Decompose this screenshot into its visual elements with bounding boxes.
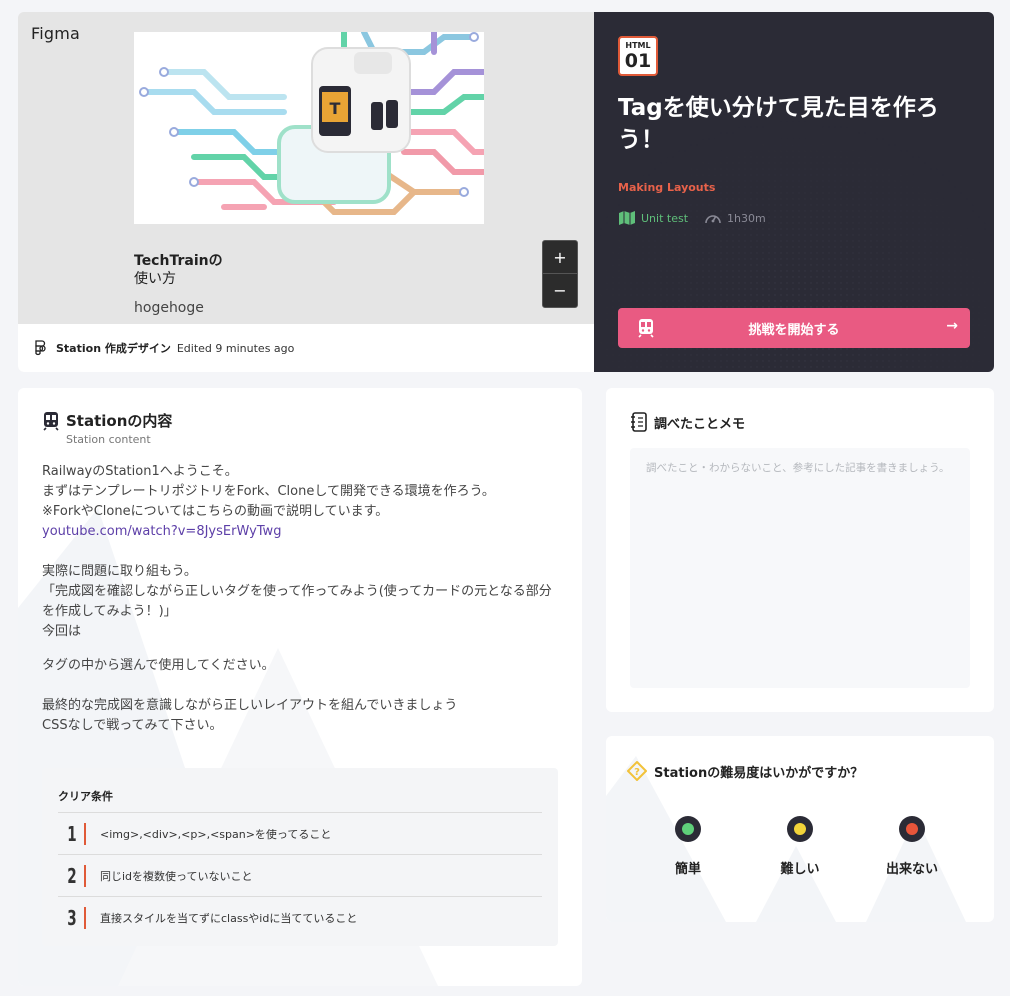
arrow-right-icon: → [946,318,958,334]
railway-illustration-icon: T [139,32,484,215]
station-summary-card: HTML 01 Tagを使い分けて見た目を作ろう！ Making Layouts… [594,12,994,372]
difficulty-option-label: 簡単 [674,862,701,877]
condition-row: 1 <img>,<div>,<p>,<span>を使ってること [58,812,542,854]
youtube-link[interactable]: youtube.com/watch?v=8JysErWyTwg [42,524,281,539]
start-challenge-button[interactable]: 挑戦を開始する → [618,308,970,348]
intro-paragraph: RailwayのStation1へようこそ。 まずはテンプレートリポジトリをFo… [42,464,495,519]
svg-text:?: ? [634,767,640,778]
condition-divider [84,822,86,845]
figma-card-title-line1: TechTrainの [134,253,223,269]
figma-logo: Figma [31,24,81,43]
tag-instruction: タグの中から選んで使用してください。 [42,658,275,673]
station-meta: Unit test 1h30m [618,211,766,225]
figma-footer[interactable]: Station 作成デザイン Edited 9 minutes ago [18,324,594,372]
yellow-light [794,823,806,835]
memo-header: 調べたことメモ [630,412,745,432]
condition-divider [84,906,86,929]
figma-file-name: Station 作成デザイン [56,342,171,355]
signal-light-icon [787,816,813,842]
map-icon [619,211,635,225]
condition-text: <img>,<div>,<p>,<span>を使ってること [100,827,332,841]
duration-label: 1h30m [727,211,766,225]
condition-row: 2 同じidを複数使っていないこと [58,854,542,896]
difficulty-option-label: 難しい [780,862,820,877]
train-icon [638,319,654,338]
figma-card-title-line2: 使い方 [134,271,176,287]
content-title: Stationの内容 [66,412,173,430]
memo-title: 調べたことメモ [654,416,746,432]
figma-card-subtitle: hogehoge [134,300,204,316]
difficulty-option-easy[interactable]: 簡単 [648,816,728,877]
clear-conditions: クリア条件 1 <img>,<div>,<p>,<span>を使ってること 2 … [42,768,558,946]
difficulty-title: Stationの難易度はいかがですか？ [654,765,864,781]
figma-embed[interactable]: Figma T TechTrainの 使い方 hogehoge + − Stat… [18,12,594,372]
station-content-card: Stationの内容 Station content RailwayのStati… [18,388,582,986]
figma-icon [35,340,46,356]
closing-paragraph: 最終的な完成図を意識しながら正しいレイアウトを組んでいきましょう CSSなしで戦… [42,698,458,733]
station-category: Making Layouts [618,181,716,194]
green-light [682,823,694,835]
badge-number: 01 [624,50,652,72]
condition-number: 3 [67,905,77,930]
content-header: Stationの内容 [42,410,172,431]
clear-conditions-title: クリア条件 [58,790,113,803]
memo-textarea[interactable] [630,448,970,688]
difficulty-header: ? Stationの難易度はいかがですか？ [626,760,863,782]
svg-text:T: T [330,99,341,118]
difficulty-option-hard[interactable]: 難しい [760,816,840,877]
zoom-out-button[interactable]: − [543,274,577,307]
signal-light-icon [899,816,925,842]
content-subtitle: Station content [66,433,151,446]
condition-text: 直接スタイルを当てずにclassやidに当てていること [100,911,358,925]
memo-card: 調べたことメモ [606,388,994,712]
notebook-icon [631,412,647,432]
station-title: Tagを使い分けて見た目を作ろう！ [618,95,939,153]
content-body: RailwayのStation1へようこそ。 まずはテンプレートリポジトリをFo… [42,462,562,736]
red-light [906,823,918,835]
html-level-badge: HTML 01 [618,36,658,76]
condition-text: 同じidを複数使っていないこと [100,869,253,883]
difficulty-option-impossible[interactable]: 出来ない [872,816,952,877]
figma-preview-image: T [134,32,484,224]
figma-edited-time: Edited 9 minutes ago [176,341,295,355]
figma-card-title: TechTrainの 使い方 [134,252,334,288]
zoom-in-button[interactable]: + [543,241,577,274]
condition-divider [84,864,86,887]
condition-number: 1 [67,821,77,846]
task-paragraph: 実際に問題に取り組もう。 「完成図を確認しながら正しいタグを使って作ってみよう(… [42,564,552,639]
difficulty-card: ? Stationの難易度はいかがですか？ 簡単 難しい 出来ない [606,736,994,922]
speedometer-icon [705,215,721,224]
condition-number: 2 [67,863,77,888]
train-icon [43,411,59,431]
start-challenge-label: 挑戦を開始する [748,322,840,338]
signal-light-icon [675,816,701,842]
question-sign-icon: ? [627,761,647,781]
condition-row: 3 直接スタイルを当てずにclassやidに当てていること [58,896,542,938]
unit-test-label: Unit test [641,211,689,225]
zoom-controls: + − [542,240,578,308]
difficulty-option-label: 出来ない [885,862,938,877]
